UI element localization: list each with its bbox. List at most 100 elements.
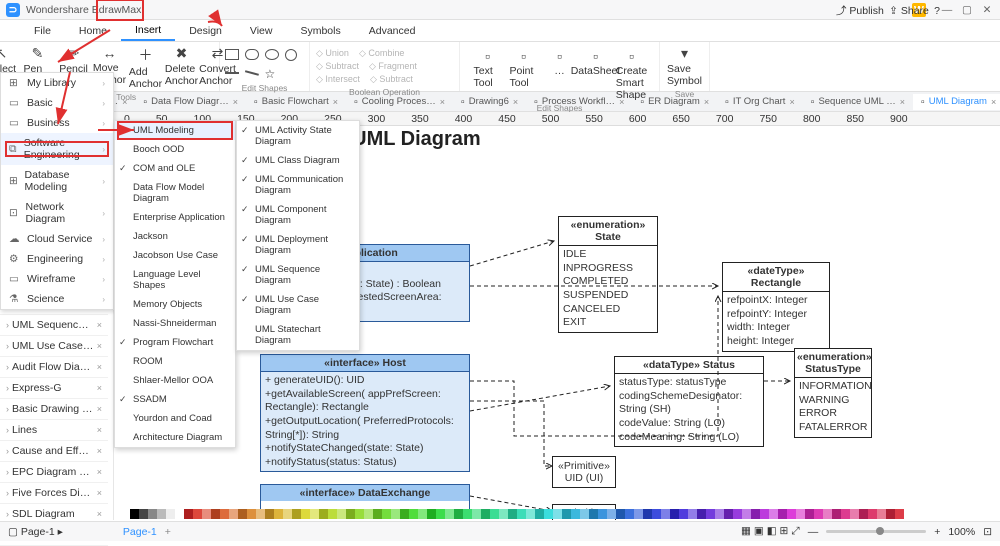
submenu-item[interactable]: Shlaer-Mellor OOA [115,371,235,390]
fit-button[interactable]: ⊡ [983,526,992,538]
submenu-item[interactable]: ✓SSADM [115,390,235,409]
menu-symbols[interactable]: Symbols [286,22,354,40]
document-tab[interactable]: ▫Sequence UML …× [803,94,913,110]
boolop-button[interactable]: ◇ Fragment [369,61,417,72]
document-tab[interactable]: ▫IT Org Chart× [717,94,803,110]
uml-interface-dataexchange[interactable]: «interface» DataExchange [260,484,470,512]
shape-ellipse-icon[interactable] [265,49,279,60]
submenu-item[interactable]: UML Modeling [115,121,235,140]
close-icon[interactable]: × [97,425,102,435]
libcat-basic[interactable]: ▭Basic› [1,93,113,113]
submenu-item[interactable]: ROOM [115,352,235,371]
submenu-item[interactable]: Yourdon and Coad [115,409,235,428]
document-tab[interactable]: ▫Drawing6× [453,94,526,110]
close-icon[interactable]: × [97,404,102,414]
close-icon[interactable]: × [97,509,102,519]
close-icon[interactable]: × [97,362,102,372]
submenu-item[interactable]: ✓Program Flowchart [115,333,235,352]
boolop-button[interactable]: ◇ Intersect [316,74,360,85]
drawtool-button[interactable]: ✖Delete Anchor [168,45,196,87]
submenu-item[interactable]: Booch OOD [115,140,235,159]
maximize-button[interactable]: ▢ [960,3,974,17]
boolop-button[interactable]: ◇ Subtract [316,61,359,72]
document-tab[interactable]: ▫Cooling Proces…× [346,94,453,110]
accordion-item[interactable]: ›UML Use Case Diagram× [0,336,108,357]
submenu-item[interactable]: ✓UML Deployment Diagram [237,230,359,260]
submenu-item[interactable]: ✓UML Sequence Diagram [237,260,359,290]
submenu-item[interactable]: Nassi-Shneiderman [115,314,235,333]
save-symbol-button[interactable]: ▾Save Symbol [671,45,699,87]
uml-datatype-status[interactable]: «dataType» Status statusType: statusType… [614,356,764,447]
boolop-button[interactable]: ◇ Combine [359,48,404,59]
libcat-network-diagram[interactable]: ⊡Network Diagram› [1,197,113,229]
menu-home[interactable]: Home [65,22,121,40]
submenu-item[interactable]: Language Level Shapes [115,265,235,295]
document-tab[interactable]: ▫ER Diagram× [632,94,717,110]
close-tab-icon[interactable]: × [122,97,127,107]
libcat-business[interactable]: ▭Business› [1,113,113,133]
close-icon[interactable]: × [97,488,102,498]
submenu-item[interactable]: ✓COM and OLE [115,159,235,178]
submenu-item[interactable]: Architecture Diagram [115,428,235,447]
close-tab-icon[interactable]: × [991,97,996,107]
accordion-item[interactable]: ›Express-G× [0,378,108,399]
boolop-button[interactable]: ◇ Subtract [370,74,413,85]
submenu-item[interactable]: ✓UML Communication Diagram [237,170,359,200]
close-icon[interactable]: × [97,446,102,456]
submenu-item[interactable]: ✓UML Activity State Diagram [237,121,359,151]
submenu-item[interactable]: ✓UML Component Diagram [237,200,359,230]
accordion-item[interactable]: ›UML Sequence Diagram× [0,315,108,336]
close-tab-icon[interactable]: × [789,97,794,107]
shape-rect-icon[interactable] [225,49,239,60]
close-tab-icon[interactable]: × [513,97,518,107]
accordion-item[interactable]: ›Lines× [0,420,108,441]
submenu-item[interactable]: ✓UML Class Diagram [237,151,359,170]
submenu-item[interactable]: Data Flow Model Diagram [115,178,235,208]
shape-arc-icon[interactable] [245,70,259,75]
close-tab-icon[interactable]: × [440,97,445,107]
close-tab-icon[interactable]: × [233,97,238,107]
document-tab[interactable]: ▫Basic Flowchart× [246,94,346,110]
submenu-item[interactable]: Memory Objects [115,295,235,314]
accordion-item[interactable]: ›Five Forces Diagram× [0,483,108,504]
document-tab[interactable]: ▫Data Flow Diagr…× [135,94,246,110]
close-tab-icon[interactable]: × [900,97,905,107]
menu-insert[interactable]: Insert [121,21,175,41]
document-tab[interactable]: ▫Process Workfl…× [526,94,632,110]
close-icon[interactable]: × [97,467,102,477]
menu-design[interactable]: Design [175,22,236,40]
uml-enum-statustype[interactable]: «enumeration» StatusType INFORMATION WAR… [794,348,872,438]
zoom-slider[interactable] [826,530,926,533]
color-palette[interactable] [130,509,996,521]
submenu-item[interactable]: UML Statechart Diagram [237,320,359,350]
close-icon[interactable]: × [97,383,102,393]
submenu-item[interactable]: Enterprise Application [115,208,235,227]
publish-share[interactable]: ⤴ Publish ⇪ Share ? [836,3,940,18]
shape-line-icon[interactable] [225,72,239,74]
view-icons[interactable]: ▦ ▣ ◧ ⊞ ⤢ [741,525,800,538]
document-tab[interactable]: ▫UML Diagram× [913,94,1000,110]
accordion-item[interactable]: ›Basic Drawing Shapes× [0,399,108,420]
submenu-item[interactable]: ✓UML Use Case Diagram [237,290,359,320]
shape-circle-icon[interactable] [285,49,297,61]
accordion-item[interactable]: ›Audit Flow Diagram× [0,357,108,378]
add-page-button[interactable]: + [165,526,171,538]
page-indicator[interactable]: ▢ Page-1 ▸ [8,526,63,538]
uml-interface-host[interactable]: «interface» Host + generateUID(): UID +g… [260,354,470,472]
boolop-button[interactable]: ◇ Union [316,48,349,59]
close-icon[interactable]: × [97,320,102,330]
zoom-value[interactable]: 100% [948,526,975,538]
libcat-database-modeling[interactable]: ⊞Database Modeling› [1,165,113,197]
accordion-item[interactable]: ›Cause and Effect Diagram× [0,441,108,462]
menu-file[interactable]: File [20,22,65,40]
close-icon[interactable]: × [97,341,102,351]
close-tab-icon[interactable]: × [333,97,338,107]
libcat-my-library[interactable]: ⊞My Library› [1,73,113,93]
libcat-wireframe[interactable]: ▭Wireframe› [1,269,113,289]
submenu-item[interactable]: Jacobson Use Case [115,246,235,265]
libcat-software-engineering[interactable]: ⧉Software Engineering› [1,133,113,165]
submenu-item[interactable]: Jackson [115,227,235,246]
minimize-button[interactable]: — [940,3,954,17]
drawtool-button[interactable]: ＋Add Anchor [132,45,160,90]
menu-view[interactable]: View [236,22,287,40]
